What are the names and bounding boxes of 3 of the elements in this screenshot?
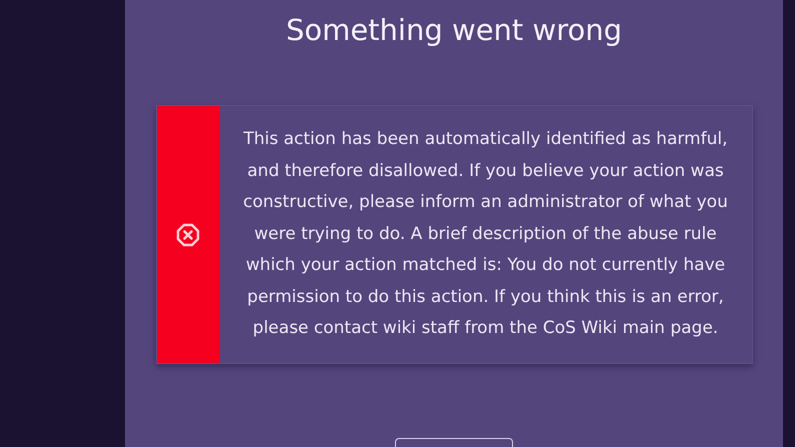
page-title: Something went wrong: [286, 12, 622, 49]
error-message: This action has been automatically identified as harmful, and therefore disallowed. If you believe your action was constructive, please inform an administrator of what you were trying to do. A brief description of the abuse rule which your action matched is: You do not currently have permission to do this action. If you think this is an error, please contact wiki staff from the CoS Wiki main page.: [242, 128, 729, 340]
error-icon: [176, 222, 200, 246]
